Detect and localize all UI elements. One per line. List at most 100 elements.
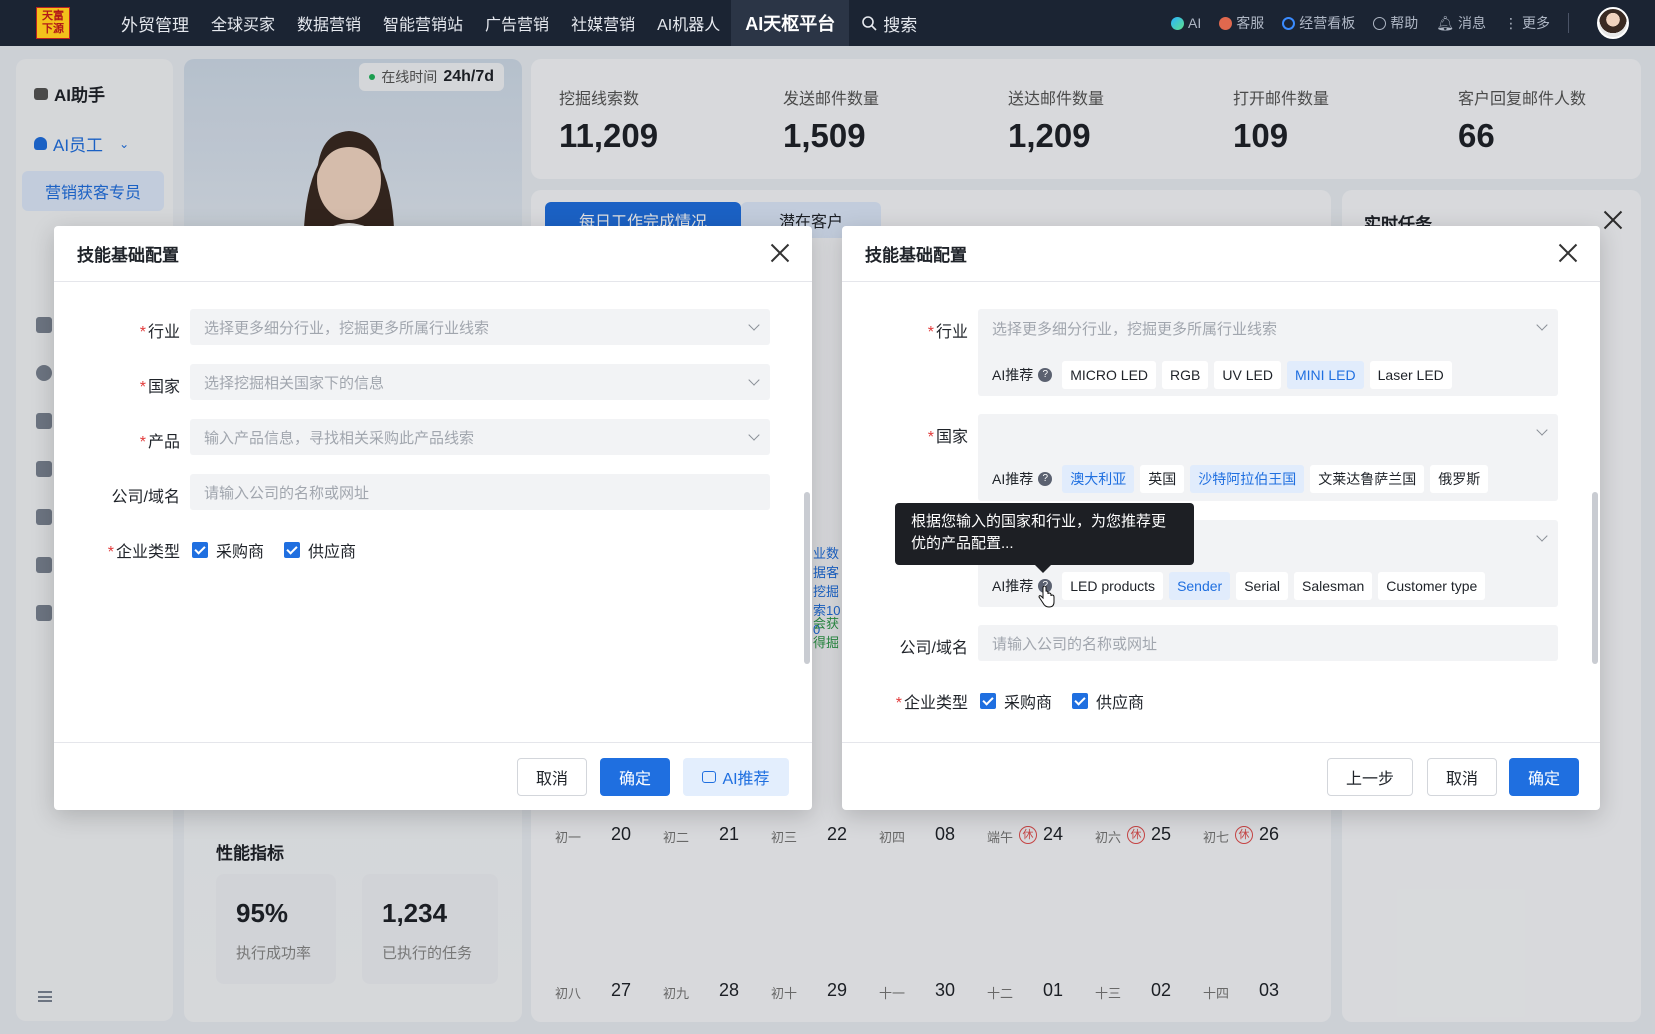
user-avatar[interactable] <box>1597 7 1629 39</box>
product-recommend-tag[interactable]: Customer type <box>1378 572 1486 600</box>
nav-item-data-marketing[interactable]: 数据营销 <box>286 0 372 46</box>
help-icon <box>1373 16 1387 30</box>
country-select-with-recommendations[interactable]: AI推荐? 澳大利亚 英国 沙特阿拉伯王国 文莱达鲁萨兰国 俄罗斯 <box>978 414 1558 501</box>
supplier-checkbox[interactable]: 供应商 <box>284 538 356 562</box>
buyer-label: 采购商 <box>1004 695 1053 712</box>
tool-ai[interactable]: AI <box>1170 15 1201 31</box>
checkbox-checked-icon <box>1072 693 1088 709</box>
chevron-down-icon <box>1536 319 1548 331</box>
company-placeholder: 请输入公司的名称或网址 <box>204 484 370 502</box>
nav-item-social[interactable]: 社媒营销 <box>560 0 646 46</box>
tool-service[interactable]: 客服 <box>1219 13 1264 33</box>
industry-recommend-tag[interactable]: MICRO LED <box>1062 361 1157 389</box>
chevron-down-icon <box>748 374 760 386</box>
ai-icon <box>1170 16 1184 30</box>
product-recommend-row: AI推荐? LED products Sender Serial Salesman Cu… <box>992 572 1486 600</box>
previous-step-button[interactable]: 上一步 <box>1327 758 1413 796</box>
nav-item-ai-platform[interactable]: AI天枢平台 <box>731 0 850 46</box>
nav-item-ads[interactable]: 广告营销 <box>474 0 560 46</box>
industry-label: * 行业 <box>927 324 968 341</box>
company-label: 公司/域名 <box>899 640 968 657</box>
industry-select-with-recommendations[interactable]: 选择更多细分行业，挖掘更多所属行业线索 AI推荐? MICRO LED RGB UV… <box>978 309 1558 396</box>
divider <box>1568 13 1569 33</box>
tool-more[interactable]: ⋮ 更多 <box>1504 13 1550 33</box>
ai-recommend-label: AI推荐 <box>722 771 770 788</box>
logo-text: 天富下源 <box>42 10 64 35</box>
nav-search[interactable]: 搜索 <box>849 11 929 36</box>
ai-recommend-label: AI推荐? <box>992 469 1053 489</box>
scrollbar[interactable] <box>804 492 810 664</box>
checkbox-checked-icon <box>980 693 996 709</box>
tool-dashboard[interactable]: 经营看板 <box>1282 13 1355 33</box>
help-icon[interactable]: ? <box>1038 472 1053 486</box>
industry-label: * 行业 <box>139 324 180 341</box>
industry-recommend-tag[interactable]: RGB <box>1162 361 1209 389</box>
modal-left-footer: 取消 确定 AI推荐 <box>54 742 812 810</box>
country-recommend-tag[interactable]: 沙特阿拉伯王国 <box>1190 465 1305 493</box>
tool-service-label: 客服 <box>1236 15 1265 31</box>
tool-messages-label: 消息 <box>1458 15 1486 31</box>
country-placeholder: 选择挖掘相关国家下的信息 <box>204 374 385 392</box>
country-label: * 国家 <box>927 429 968 446</box>
country-select[interactable]: 选择挖掘相关国家下的信息 <box>190 364 770 400</box>
ai-recommend-button[interactable]: AI推荐 <box>683 758 789 796</box>
close-icon[interactable] <box>1556 241 1580 265</box>
product-recommend-tag[interactable]: Serial <box>1236 572 1289 600</box>
nav-item-trade[interactable]: 外贸管理 <box>110 0 200 46</box>
checkbox-checked-icon <box>192 542 208 558</box>
dashboard-icon <box>1282 16 1296 30</box>
hand-cursor-icon <box>1038 586 1055 608</box>
industry-select[interactable]: 选择更多细分行业，挖掘更多所属行业线索 <box>190 309 770 345</box>
top-navigation-bar: 天富下源 外贸管理 全球买家 数据营销 智能营销站 广告营销 社媒营销 AI机器… <box>0 0 1655 46</box>
tool-help-label: 帮助 <box>1390 15 1419 31</box>
country-recommend-row: AI推荐? 澳大利亚 英国 沙特阿拉伯王国 文莱达鲁萨兰国 俄罗斯 <box>992 465 1489 493</box>
industry-recommend-tag[interactable]: Laser LED <box>1369 361 1452 389</box>
buyer-checkbox[interactable]: 采购商 <box>980 689 1052 713</box>
product-recommend-tag[interactable]: Sender <box>1169 572 1231 600</box>
industry-placeholder: 选择更多细分行业，挖掘更多所属行业线索 <box>204 319 490 337</box>
company-input[interactable]: 请输入公司的名称或网址 <box>978 625 1558 661</box>
nav-item-ai-robot[interactable]: AI机器人 <box>646 0 731 46</box>
country-recommend-tag[interactable]: 英国 <box>1140 465 1185 493</box>
chevron-down-icon <box>1536 424 1548 436</box>
chevron-down-icon <box>1536 530 1548 542</box>
close-icon[interactable] <box>768 241 792 265</box>
country-recommend-tag[interactable]: 澳大利亚 <box>1062 465 1135 493</box>
tool-messages[interactable]: 🔔︎ 消息 <box>1436 13 1486 33</box>
skill-config-modal-left: 技能基础配置 * 行业 选择更多细分行业，挖掘更多所属行业线索 * 国家 选择挖掘相… <box>54 226 812 810</box>
confirm-button[interactable]: 确定 <box>1509 758 1579 796</box>
bell-icon: 🔔︎ <box>1436 14 1454 31</box>
tool-help[interactable]: 帮助 <box>1373 13 1418 33</box>
country-label: * 国家 <box>139 379 180 396</box>
buyer-checkbox[interactable]: 采购商 <box>192 538 264 562</box>
nav-item-smart-site[interactable]: 智能营销站 <box>372 0 474 46</box>
help-icon[interactable]: ? <box>1038 368 1053 382</box>
chevron-down-icon <box>748 319 760 331</box>
country-recommend-tag[interactable]: 俄罗斯 <box>1430 465 1489 493</box>
product-recommend-tag[interactable]: Salesman <box>1294 572 1373 600</box>
industry-placeholder: 选择更多细分行业，挖掘更多所属行业线索 <box>992 321 1278 338</box>
industry-recommend-tag[interactable]: UV LED <box>1214 361 1281 389</box>
app-logo[interactable]: 天富下源 <box>36 7 70 39</box>
company-placeholder: 请输入公司的名称或网址 <box>992 635 1158 653</box>
confirm-button[interactable]: 确定 <box>600 758 670 796</box>
checkbox-checked-icon <box>284 542 300 558</box>
company-input[interactable]: 请输入公司的名称或网址 <box>190 474 770 510</box>
country-recommend-tag[interactable]: 文莱达鲁萨兰国 <box>1310 465 1425 493</box>
product-label: * 产品 <box>139 434 180 451</box>
modal-right-title: 技能基础配置 <box>842 226 1600 282</box>
product-select[interactable]: 输入产品信息，寻找相关采购此产品线索 <box>190 419 770 455</box>
nav-item-buyers[interactable]: 全球买家 <box>200 0 286 46</box>
product-recommend-tag[interactable]: LED products <box>1062 572 1164 600</box>
modal-right-footer: 上一步 取消 确定 <box>842 742 1600 810</box>
cancel-button[interactable]: 取消 <box>1427 758 1497 796</box>
tool-more-label: 更多 <box>1522 15 1550 31</box>
buyer-label: 采购商 <box>216 544 265 561</box>
company-label: 公司/域名 <box>111 489 180 506</box>
scrollbar[interactable] <box>1592 492 1598 664</box>
product-placeholder: 输入产品信息，寻找相关采购此产品线索 <box>204 429 475 447</box>
cancel-button[interactable]: 取消 <box>517 758 587 796</box>
ai-recommend-label: AI推荐? <box>992 365 1053 385</box>
industry-recommend-tag[interactable]: MINI LED <box>1286 361 1364 389</box>
supplier-checkbox[interactable]: 供应商 <box>1072 689 1144 713</box>
